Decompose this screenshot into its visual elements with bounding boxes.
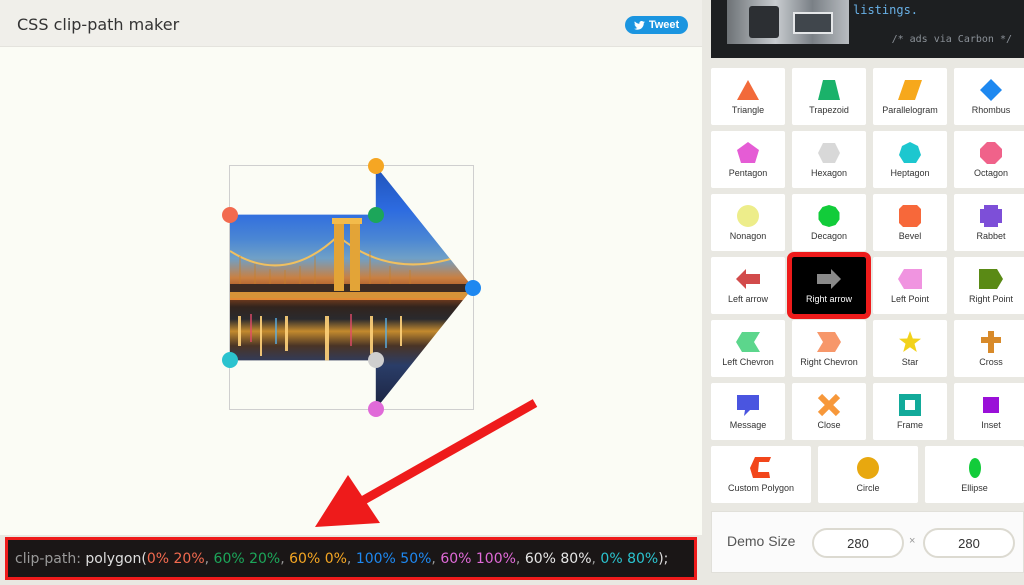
bridge-illustration — [230, 218, 473, 361]
css-point-4: 100% 50% — [355, 551, 432, 567]
shape-tile-nonagon[interactable]: Nonagon — [711, 194, 785, 251]
css-point-3: 60% 0% — [289, 551, 347, 567]
ad-image — [727, 0, 849, 44]
left-arrow-icon — [736, 269, 760, 289]
editor-panel: CSS clip-path maker Tweet — [0, 0, 702, 535]
shape-tile-left-point[interactable]: Left Point — [873, 257, 947, 314]
css-close: ); — [658, 551, 669, 567]
shape-tile-custom-polygon[interactable]: Custom Polygon — [711, 446, 811, 503]
demo-height-input[interactable] — [923, 528, 1015, 558]
css-point-7: 0% 80% — [600, 551, 659, 567]
polygon-handle-3[interactable] — [367, 158, 384, 174]
demo-width-input[interactable] — [812, 528, 904, 558]
pentagon-icon — [737, 142, 759, 163]
polygon-handle-7[interactable] — [222, 352, 238, 369]
css-property: clip-path: — [15, 551, 81, 567]
ad-via-carbon[interactable]: /* ads via Carbon */ — [892, 34, 1012, 45]
polygon-handle-6[interactable] — [367, 352, 384, 369]
circle-icon — [857, 457, 879, 479]
shape-tile-hexagon[interactable]: Hexagon — [792, 131, 866, 188]
twitter-bird-icon — [633, 20, 645, 30]
shape-tile-heptagon[interactable]: Heptagon — [873, 131, 947, 188]
shape-tile-close[interactable]: Close — [792, 383, 866, 440]
right-arrow-icon — [817, 269, 841, 289]
shape-tile-pentagon[interactable]: Pentagon — [711, 131, 785, 188]
shape-tile-cross[interactable]: Cross — [954, 320, 1024, 377]
parallelogram-icon — [898, 80, 922, 100]
frame-icon — [899, 394, 921, 416]
times-symbol: × — [909, 535, 916, 547]
page-title: CSS clip-path maker — [17, 15, 180, 34]
shape-tile-decagon[interactable]: Decagon — [792, 194, 866, 251]
left-point-icon — [898, 269, 922, 289]
cross-icon — [981, 331, 1001, 353]
tweet-label: Tweet — [648, 19, 680, 31]
bevel-icon — [899, 205, 921, 227]
right-point-icon — [979, 269, 1003, 289]
css-output-bar[interactable]: clip-path: polygon(0% 20%, 60% 20%, 60% … — [5, 537, 697, 580]
css-point-6: 60% 80% — [524, 551, 592, 567]
shape-tile-rhombus[interactable]: Rhombus — [954, 68, 1024, 125]
octagon-icon — [980, 142, 1002, 164]
shape-tile-circle[interactable]: Circle — [818, 446, 918, 503]
shape-tile-frame[interactable]: Frame — [873, 383, 947, 440]
shape-tile-inset[interactable]: Inset — [954, 383, 1024, 440]
shape-tile-left-chevron[interactable]: Left Chevron — [711, 320, 785, 377]
shape-tile-bevel[interactable]: Bevel — [873, 194, 947, 251]
rhombus-icon — [980, 79, 1002, 101]
nonagon-icon — [737, 205, 759, 227]
ellipse-icon — [968, 458, 981, 478]
close-icon — [817, 393, 841, 417]
shape-tile-message[interactable]: Message — [711, 383, 785, 440]
left-chevron-icon — [736, 332, 760, 352]
shape-tile-parallelogram[interactable]: Parallelogram — [873, 68, 947, 125]
shape-tile-rabbet[interactable]: Rabbet — [954, 194, 1024, 251]
tweet-button[interactable]: Tweet — [625, 16, 688, 34]
right-chevron-icon — [817, 332, 841, 352]
css-output-code: clip-path: polygon(0% 20%, 60% 20%, 60% … — [15, 551, 669, 567]
shape-tile-star[interactable]: Star — [873, 320, 947, 377]
shape-tile-triangle[interactable]: Triangle — [711, 68, 785, 125]
message-icon — [737, 395, 759, 416]
hexagon-icon — [818, 143, 840, 163]
annotation-arrow-icon — [315, 399, 538, 527]
shape-tile-right-arrow[interactable]: Right arrow — [787, 252, 871, 319]
rabbet-icon — [980, 205, 1002, 227]
star-icon — [899, 331, 921, 352]
decagon-icon — [818, 205, 840, 227]
css-function: polygon( — [85, 551, 147, 567]
shape-tile-ellipse[interactable]: Ellipse — [925, 446, 1024, 503]
custom-polygon-icon — [750, 457, 771, 478]
clip-canvas[interactable] — [222, 158, 481, 417]
shape-tile-right-point[interactable]: Right Point — [954, 257, 1024, 314]
inset-icon — [983, 397, 999, 413]
css-point-1: 0% 20% — [146, 551, 205, 567]
triangle-icon — [737, 80, 759, 100]
editor-header: CSS clip-path maker Tweet — [0, 0, 702, 47]
shape-tile-right-chevron[interactable]: Right Chevron — [792, 320, 866, 377]
polygon-handle-4[interactable] — [465, 279, 481, 296]
demo-size-panel: Demo Size × — [711, 511, 1024, 573]
shape-tile-left-arrow[interactable]: Left arrow — [711, 257, 785, 314]
polygon-handle-1[interactable] — [222, 206, 238, 223]
ad-text[interactable]: listings. — [853, 3, 918, 17]
clipped-demo-image — [230, 166, 473, 409]
polygon-handle-2[interactable] — [367, 206, 384, 223]
shape-tile-trapezoid[interactable]: Trapezoid — [792, 68, 866, 125]
trapezoid-icon — [818, 80, 840, 100]
heptagon-icon — [899, 142, 921, 163]
css-point-2: 60% 20% — [213, 551, 281, 567]
carbon-ad[interactable]: listings. /* ads via Carbon */ — [711, 0, 1024, 58]
css-point-5: 60% 100% — [440, 551, 516, 567]
shape-tile-octagon[interactable]: Octagon — [954, 131, 1024, 188]
demo-size-label: Demo Size — [727, 533, 796, 549]
